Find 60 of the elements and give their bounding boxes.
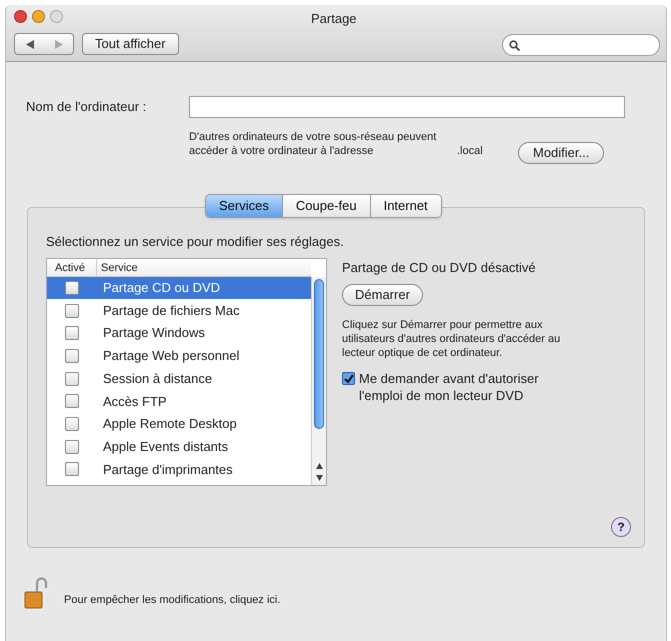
checkbox[interactable] xyxy=(65,462,79,476)
forward-arrow-icon[interactable] xyxy=(54,40,62,48)
lock-text: Pour empêcher les modifications, cliquez ici. xyxy=(64,592,280,608)
checkbox[interactable] xyxy=(65,304,79,318)
back-forward-buttons[interactable] xyxy=(14,33,74,55)
service-description: Cliquez sur Démarrer pour permettre aux utilisateurs d'autres ordinateurs d'accéder au lecteur optique de cet ordinateur. xyxy=(342,318,562,360)
tab[interactable]: Coupe-feu xyxy=(282,195,370,217)
column-header[interactable]: Service xyxy=(97,258,138,276)
service-row[interactable]: Partage de fichiers Mac xyxy=(47,299,311,322)
computer-name-field[interactable] xyxy=(189,96,625,118)
search-field[interactable] xyxy=(502,34,660,56)
column-header[interactable]: Activé xyxy=(47,258,97,276)
service-status: Partage de CD ou DVD désactivé xyxy=(342,258,536,277)
service-row[interactable]: Session à distance xyxy=(47,367,311,390)
checkbox[interactable] xyxy=(65,394,79,408)
computer-name-label: Nom de l'ordinateur : xyxy=(26,98,148,116)
checkbox[interactable] xyxy=(342,372,355,385)
service-row[interactable]: Apple Events distants xyxy=(47,435,311,458)
checkbox[interactable] xyxy=(65,348,79,363)
service-row[interactable]: Partage CD ou DVD xyxy=(47,276,311,300)
service-name: Apple Remote Desktop xyxy=(103,415,237,434)
address-suffix: .local xyxy=(457,144,483,158)
start-button[interactable]: Démarrer xyxy=(342,284,423,306)
service-row[interactable]: Partage d'imprimantes xyxy=(47,458,311,481)
tab[interactable]: Services xyxy=(206,195,282,217)
modify-button[interactable]: Modifier... xyxy=(518,142,604,164)
checkbox[interactable] xyxy=(65,440,79,454)
service-name: Apple Events distants xyxy=(103,438,228,456)
minimize-button[interactable] xyxy=(32,10,45,23)
instruction-text: Sélectionnez un service pour modifier ses réglages. xyxy=(46,233,345,251)
unlocked-padlock-icon[interactable] xyxy=(24,576,48,610)
back-arrow-icon[interactable] xyxy=(26,40,34,48)
service-row[interactable]: Partage Windows xyxy=(47,322,311,345)
scroll-up-arrow-icon[interactable] xyxy=(316,462,322,468)
window-title: Partage xyxy=(311,10,357,28)
service-name: Partage de fichiers Mac xyxy=(103,302,240,320)
address-description: accéder à votre ordinateur à l'adresse xyxy=(189,144,374,158)
scroll-down-arrow-icon[interactable] xyxy=(316,474,322,480)
checkbox[interactable] xyxy=(65,326,79,340)
scroll-thumb[interactable] xyxy=(314,278,324,428)
checkbox[interactable] xyxy=(65,372,79,386)
service-name: Partage Web personnel xyxy=(103,347,240,366)
service-row[interactable]: Accès FTP xyxy=(47,390,311,413)
service-name: Partage CD ou DVD xyxy=(103,279,220,298)
checkbox[interactable] xyxy=(65,280,79,295)
service-row[interactable]: Apple Remote Desktop xyxy=(47,412,311,436)
tab[interactable]: Internet xyxy=(370,195,441,217)
checkbox[interactable] xyxy=(65,416,79,431)
service-name: Partage d'imprimantes xyxy=(103,460,233,479)
service-row[interactable]: Partage Web personnel xyxy=(47,344,311,368)
checkbox-label[interactable]: Me demander avant d'autoriser l'emploi de mon lecteur DVD xyxy=(359,370,574,404)
service-name: Accès FTP xyxy=(103,392,167,411)
close-button[interactable] xyxy=(14,10,27,23)
scroll-bar[interactable] xyxy=(311,276,326,484)
address-description: D'autres ordinateurs de votre sous-réseau peuvent xyxy=(189,130,436,144)
show-all-button[interactable]: Tout afficher xyxy=(82,33,179,55)
service-name: Partage Windows xyxy=(103,324,205,342)
search-icon xyxy=(509,40,520,50)
service-name: Session à distance xyxy=(103,370,212,388)
zoom-button[interactable] xyxy=(50,10,63,23)
